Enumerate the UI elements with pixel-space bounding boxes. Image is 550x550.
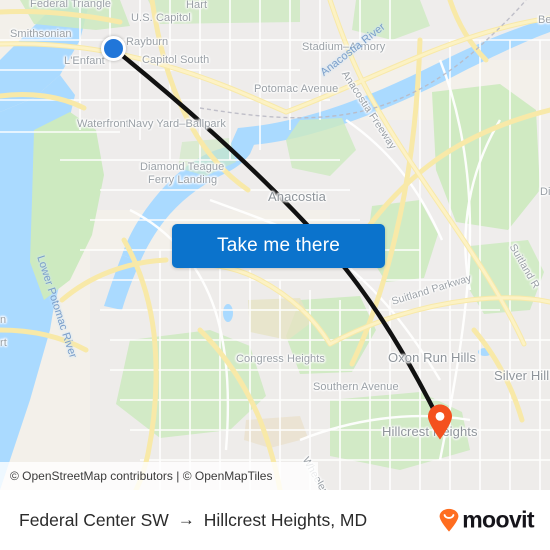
footer-bar: Federal Center SW → Hillcrest Heights, M… [0,490,550,550]
route-summary: Federal Center SW → Hillcrest Heights, M… [0,510,367,531]
map-pin-icon [428,404,452,440]
route-origin-label: Federal Center SW [19,509,169,530]
moovit-wordmark: moovit [462,506,534,533]
origin-marker[interactable] [101,36,126,61]
moovit-route-map-screen: Federal Triangle Hart U.S. Capitol Smithson… [0,0,550,550]
arrow-right-icon: → [177,510,195,529]
take-me-there-button[interactable]: Take me there [172,224,385,268]
attribution-text: © OpenStreetMap contributors | © OpenMap… [10,469,273,483]
map-attribution[interactable]: © OpenStreetMap contributors | © OpenMap… [0,462,318,490]
moovit-logo[interactable]: moovit [438,506,535,534]
moovit-pin-icon [439,508,459,532]
map-canvas[interactable]: Federal Triangle Hart U.S. Capitol Smithson… [0,0,550,490]
route-destination-label: Hillcrest Heights, MD [203,509,368,530]
destination-marker[interactable] [427,404,453,440]
